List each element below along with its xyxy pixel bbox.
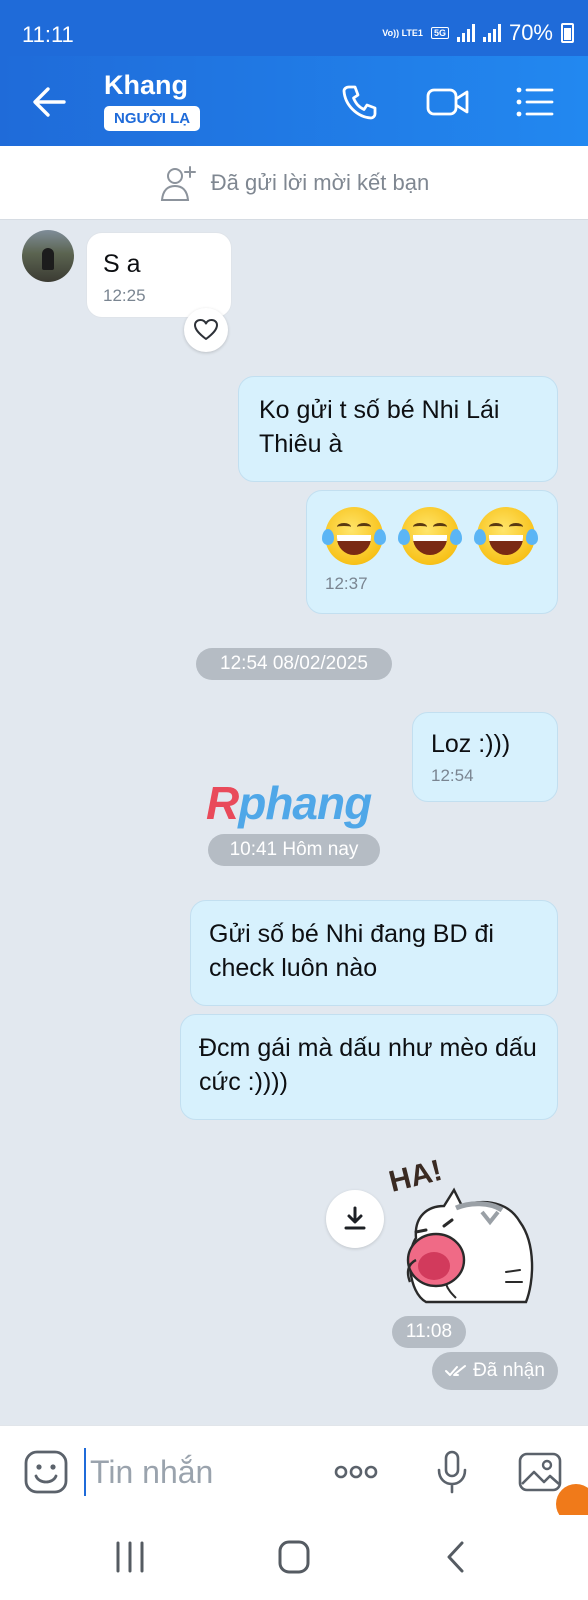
chat-header: Khang NGƯỜI LẠ xyxy=(0,56,588,146)
laughing-tears-emoji-icon xyxy=(398,507,462,565)
phone-icon xyxy=(342,85,377,120)
sticker-text: HA! xyxy=(386,1154,445,1199)
download-icon xyxy=(344,1206,366,1230)
microphone-icon xyxy=(437,1450,467,1494)
delivery-status: Đã nhận xyxy=(432,1352,558,1390)
image-icon xyxy=(518,1452,562,1492)
video-call-button[interactable] xyxy=(424,80,469,124)
back-nav-button[interactable] xyxy=(436,1537,480,1577)
home-icon xyxy=(278,1540,310,1574)
message-input[interactable] xyxy=(84,1448,314,1496)
smiley-icon xyxy=(24,1450,68,1494)
message-bubble-sent[interactable]: Ko gửi t số bé Nhi Lái Thiêu à xyxy=(238,376,558,482)
date-separator: 12:54 08/02/2025 xyxy=(196,648,392,680)
5g-indicator: 5G xyxy=(430,27,449,39)
stranger-badge: NGƯỜI LẠ xyxy=(104,106,201,131)
composer-bar xyxy=(0,1425,588,1515)
emoji-button[interactable] xyxy=(22,1448,70,1496)
message-text: Đcm gái mà dấu như mèo dấu cức :)))) xyxy=(199,1034,537,1096)
avatar[interactable] xyxy=(22,230,74,282)
message-text: Loz :))) xyxy=(431,730,511,758)
volte-indicator: Vo)) LTE1 xyxy=(382,28,423,38)
video-camera-icon xyxy=(426,88,469,116)
laughing-tears-emoji-icon xyxy=(322,507,386,565)
message-time: 12:54 xyxy=(431,766,474,785)
gallery-button[interactable] xyxy=(516,1448,564,1496)
signal-icon xyxy=(456,24,475,42)
status-bar: 11:11 Vo)) LTE1 5G 70% xyxy=(0,0,588,56)
watermark-logo: Rphang xyxy=(206,777,372,829)
chevron-left-icon xyxy=(447,1541,464,1573)
react-button[interactable] xyxy=(184,308,228,352)
menu-button[interactable] xyxy=(512,80,556,124)
list-menu-icon xyxy=(516,87,554,117)
status-indicators: Vo)) LTE1 5G 70% xyxy=(382,20,574,46)
message-bubble-sent[interactable]: Đcm gái mà dấu như mèo dấu cức :)))) xyxy=(180,1014,558,1120)
more-dots-icon xyxy=(334,1465,378,1479)
battery-percent: 70% xyxy=(508,20,553,45)
download-button[interactable] xyxy=(326,1190,384,1248)
signal-icon xyxy=(482,24,501,42)
add-friend-icon xyxy=(160,165,196,201)
voice-call-button[interactable] xyxy=(338,80,382,124)
battery-icon xyxy=(561,23,574,43)
message-bubble-received[interactable]: S a 12:25 xyxy=(86,232,232,318)
message-bubble-sent[interactable]: Gửi số bé Nhi đang BD đi check luôn nào xyxy=(190,900,558,1006)
emoji-row xyxy=(322,507,539,565)
recent-apps-icon xyxy=(116,1541,144,1573)
message-time: 12:25 xyxy=(103,286,146,305)
recent-apps-button[interactable] xyxy=(108,1537,152,1577)
system-nav-bar xyxy=(0,1515,588,1600)
arrow-left-icon xyxy=(33,87,66,117)
friend-request-text: Đã gửi lời mời kết bạn xyxy=(210,169,430,195)
status-time: 11:11 xyxy=(22,22,74,47)
message-text: Gửi số bé Nhi đang BD đi check luôn nào xyxy=(209,920,494,982)
cat-sticker[interactable]: HA! xyxy=(386,1152,546,1304)
back-button[interactable] xyxy=(28,80,72,124)
message-time: 11:08 xyxy=(392,1316,466,1348)
more-options-button[interactable] xyxy=(332,1448,380,1496)
message-text: S a xyxy=(103,250,141,278)
message-text: Ko gửi t số bé Nhi Lái Thiêu à xyxy=(259,396,500,458)
double-check-icon xyxy=(445,1365,467,1376)
friend-request-bar[interactable]: Đã gửi lời mời kết bạn xyxy=(0,146,588,220)
contact-name[interactable]: Khang xyxy=(104,70,188,101)
message-time: 12:37 xyxy=(325,574,368,593)
heart-icon xyxy=(194,319,218,340)
voice-message-button[interactable] xyxy=(428,1448,476,1496)
date-separator: 10:41 Hôm nay xyxy=(208,834,380,866)
message-bubble-sent[interactable]: Loz :))) 12:54 xyxy=(412,712,558,802)
message-bubble-sent[interactable]: 12:37 xyxy=(306,490,558,614)
home-button[interactable] xyxy=(272,1537,316,1577)
laughing-tears-emoji-icon xyxy=(474,507,538,565)
